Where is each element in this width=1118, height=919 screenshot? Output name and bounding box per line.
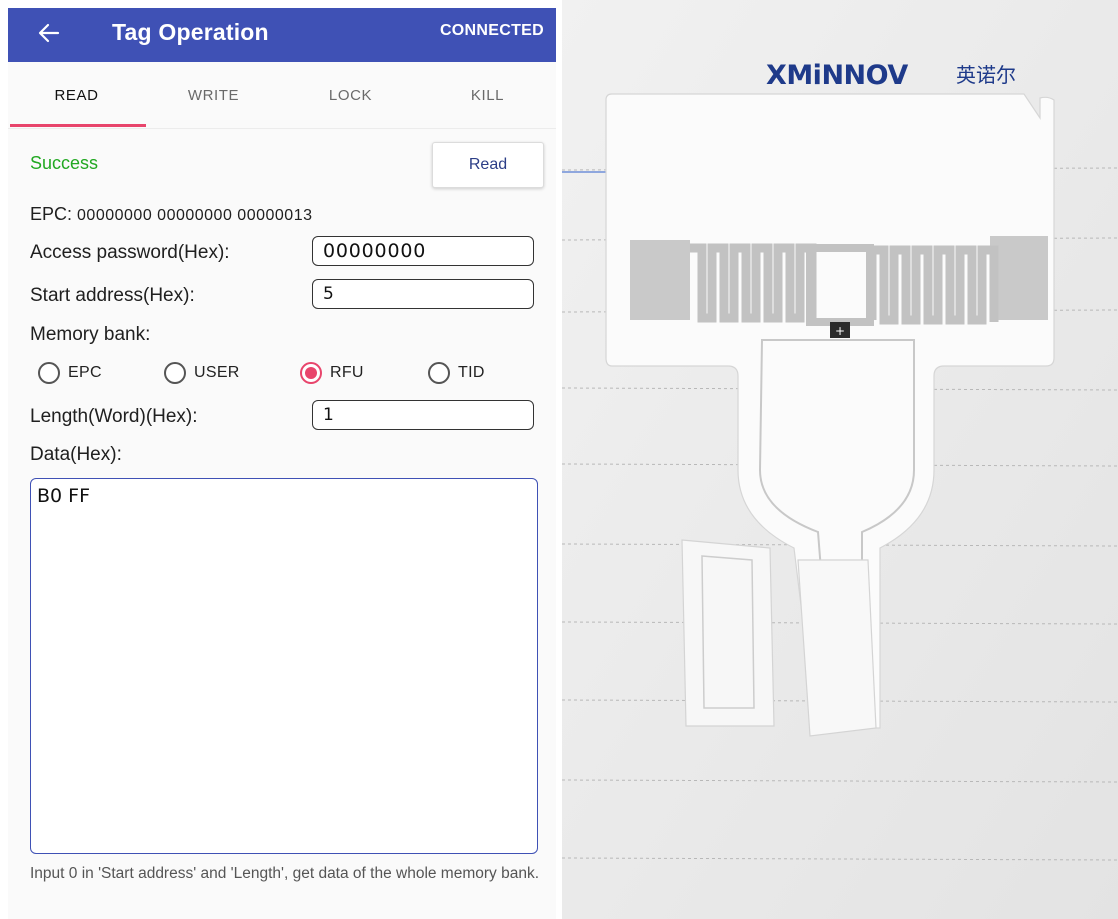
radio-rfu[interactable]: RFU [300, 356, 364, 390]
rfid-tag-illustration: + XMiNNOV 英诺尔 [562, 0, 1118, 919]
read-button[interactable]: Read [432, 142, 544, 188]
phone-screen: Tag Operation CONNECTED READ WRITE LOCK … [8, 8, 556, 919]
radio-circle [164, 362, 186, 384]
epc-label: EPC: [30, 204, 73, 224]
arrow-left-icon [38, 23, 60, 43]
memory-bank-label: Memory bank: [30, 324, 151, 345]
radio-label: TID [458, 364, 485, 381]
page-title: Tag Operation [112, 19, 269, 45]
connection-status: CONNECTED [439, 22, 544, 39]
rfid-tag-photo: + XMiNNOV 英诺尔 [562, 0, 1118, 919]
app-bar: Tag Operation CONNECTED [8, 8, 556, 62]
data-label: Data(Hex): [30, 444, 122, 465]
radio-tid[interactable]: TID [428, 356, 485, 390]
radio-user[interactable]: USER [164, 356, 240, 390]
length-label: Length(Word)(Hex): [30, 406, 198, 427]
tab-indicator [10, 124, 146, 127]
access-password-label: Access password(Hex): [30, 242, 230, 263]
access-password-field[interactable]: 00000000 [312, 236, 534, 266]
epc-line: EPC: 00000000 00000000 00000013 [30, 204, 312, 225]
radio-dot [305, 367, 317, 379]
back-button[interactable] [34, 18, 64, 48]
svg-text:+: + [835, 324, 845, 338]
tab-kill[interactable]: KILL [419, 62, 556, 128]
brand-logo-cn: 英诺尔 [956, 63, 1016, 87]
radio-label: EPC [68, 364, 102, 381]
brand-logo: XMiNNOV [766, 60, 908, 91]
tab-bar: READ WRITE LOCK KILL [8, 62, 556, 129]
tab-lock[interactable]: LOCK [282, 62, 419, 128]
data-textarea[interactable]: B0 FF [30, 478, 538, 854]
radio-epc[interactable]: EPC [38, 356, 102, 390]
hint-text: Input 0 in 'Start address' and 'Length',… [30, 865, 540, 882]
tab-read[interactable]: READ [8, 62, 145, 128]
length-field[interactable]: 1 [312, 400, 534, 430]
tab-write[interactable]: WRITE [145, 62, 282, 128]
radio-label: RFU [330, 364, 364, 381]
status-message: Success [30, 153, 99, 173]
memory-bank-radio-group: EPC USER RFU TID [38, 356, 548, 390]
start-address-label: Start address(Hex): [30, 285, 195, 306]
radio-circle [428, 362, 450, 384]
radio-label: USER [194, 364, 240, 381]
radio-circle [38, 362, 60, 384]
radio-circle-selected [300, 362, 322, 384]
epc-value: 00000000 00000000 00000013 [77, 207, 313, 224]
start-address-field[interactable]: 5 [312, 279, 534, 309]
